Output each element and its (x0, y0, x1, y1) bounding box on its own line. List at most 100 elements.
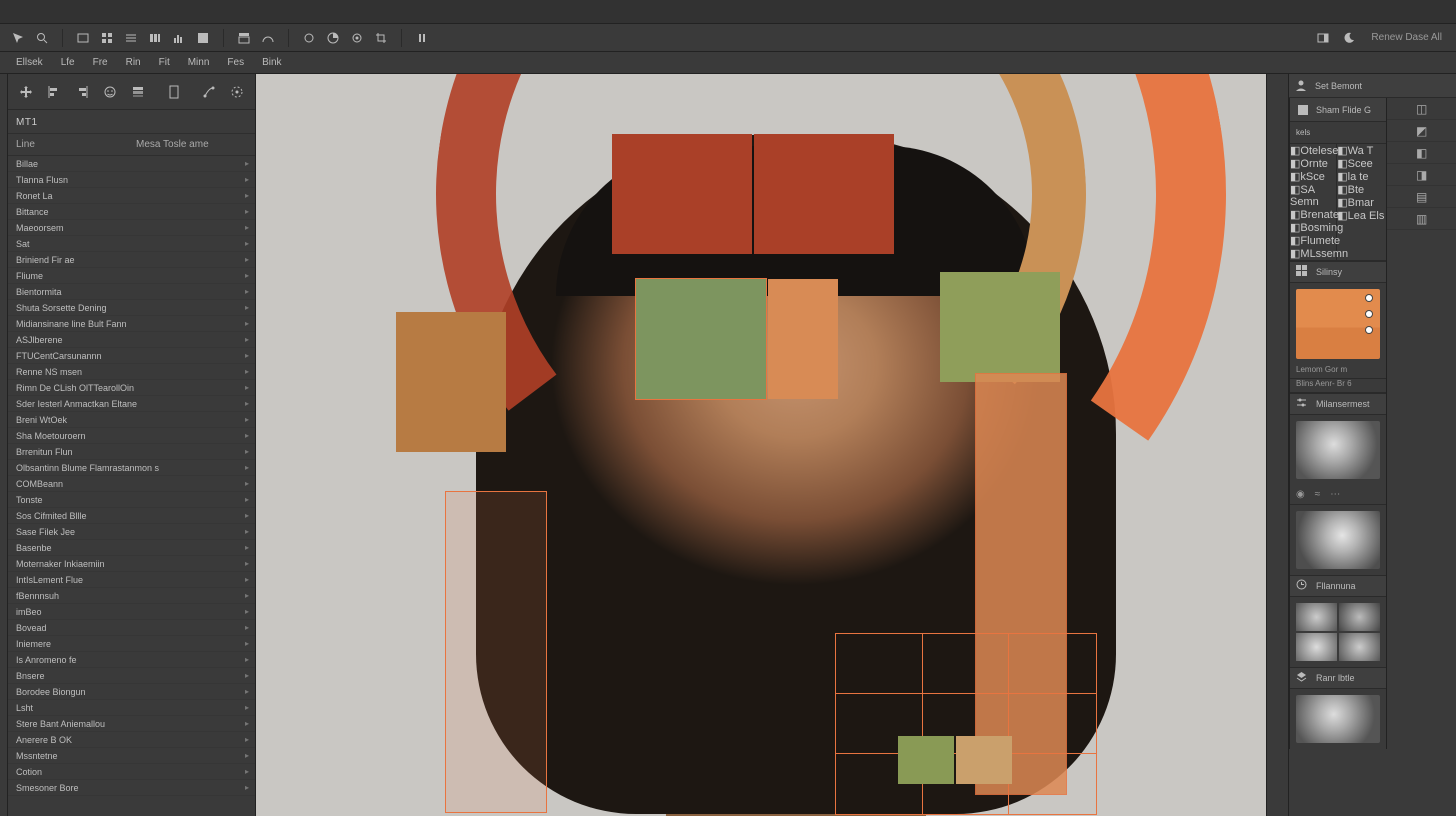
preset-list[interactable]: Billae▸Tlanna Flusn▸Ronet La▸Bittance▸Ma… (8, 156, 255, 816)
preset-item[interactable]: Shuta Sorsette Dening▸ (8, 300, 255, 316)
preset-item[interactable]: Is Anromeno fe▸ (8, 652, 255, 668)
preset-item[interactable]: Sha Moetouroern▸ (8, 428, 255, 444)
property-row[interactable]: ◧Bte (1337, 183, 1386, 196)
preset-item[interactable]: Mssntetne▸ (8, 748, 255, 764)
move-icon[interactable] (14, 80, 38, 104)
crop-icon[interactable] (371, 28, 391, 48)
menu-item[interactable]: Rin (118, 55, 149, 70)
toolbar-right-label[interactable]: Renew Dase All (1365, 32, 1448, 43)
preset-item[interactable]: Fliume▸ (8, 268, 255, 284)
overlay-rect[interactable] (754, 134, 894, 254)
swatch-icon[interactable] (193, 28, 213, 48)
property-row[interactable]: ◧Ornte (1290, 157, 1336, 170)
preset-item[interactable]: Moternaker Inkiaemiin▸ (8, 556, 255, 572)
overlay-rect[interactable] (768, 279, 838, 399)
menu-item[interactable]: Bink (254, 55, 289, 70)
right-top-header[interactable]: Set Bemont (1289, 74, 1456, 98)
thumbnail[interactable] (1296, 421, 1380, 479)
overlay-rect[interactable] (940, 272, 1060, 382)
preset-item[interactable]: Bittance▸ (8, 204, 255, 220)
panel-header-color[interactable]: Sham Flide G (1290, 98, 1386, 122)
preset-item[interactable]: Brrenitun Flun▸ (8, 444, 255, 460)
mini-tool[interactable]: ◨ (1387, 164, 1456, 186)
preset-item[interactable]: Tlanna Flusn▸ (8, 172, 255, 188)
preset-item[interactable]: Bovead▸ (8, 620, 255, 636)
overlay-rect[interactable] (612, 134, 752, 254)
thumbnail[interactable] (1296, 511, 1380, 569)
preset-item[interactable]: Basenbe▸ (8, 540, 255, 556)
more-icon[interactable]: ⋯ (1330, 489, 1340, 500)
preset-item[interactable]: Sder Iesterl Anmactkan Eltane▸ (8, 396, 255, 412)
preset-item[interactable]: Anerere B OK▸ (8, 732, 255, 748)
overlay-grid-br[interactable] (836, 634, 1096, 814)
property-row[interactable]: ◧Flumete (1290, 234, 1336, 247)
overlay-rect[interactable] (956, 736, 1012, 784)
rect-icon[interactable] (73, 28, 93, 48)
property-row[interactable]: ◧Scee (1337, 157, 1386, 170)
eye-icon[interactable]: ◉ (1296, 489, 1305, 500)
menu-item[interactable]: Ellsek (8, 55, 51, 70)
preset-item[interactable]: Maeoorsem▸ (8, 220, 255, 236)
preset-item[interactable]: Breni WtOek▸ (8, 412, 255, 428)
smile-icon[interactable] (98, 80, 122, 104)
menu-item[interactable]: Minn (180, 55, 218, 70)
property-row[interactable]: ◧Bmar (1337, 196, 1386, 209)
preset-item[interactable]: fBennnsuh▸ (8, 588, 255, 604)
preset-item[interactable]: Renne NS msen▸ (8, 364, 255, 380)
preset-item[interactable]: Sase Filek Jee▸ (8, 524, 255, 540)
moon-icon[interactable] (1339, 28, 1359, 48)
preset-item[interactable]: FTUCentCarsunannn▸ (8, 348, 255, 364)
preset-item[interactable]: ASJlberene▸ (8, 332, 255, 348)
menu-item[interactable]: Fit (151, 55, 178, 70)
preset-item[interactable]: Olbsantinn Blume Flamrastanmon s▸ (8, 460, 255, 476)
canvas[interactable] (256, 74, 1266, 816)
cursor-icon[interactable] (8, 28, 28, 48)
stack-icon[interactable] (126, 80, 150, 104)
canvas-area[interactable] (256, 74, 1266, 816)
preset-item[interactable]: Ronet La▸ (8, 188, 255, 204)
list-icon[interactable] (121, 28, 141, 48)
orbit-icon[interactable] (225, 80, 249, 104)
preset-item[interactable]: COMBeann▸ (8, 476, 255, 492)
preset-item[interactable]: Briniend Fir ae▸ (8, 252, 255, 268)
panel-section-history[interactable]: Fllannuna (1290, 575, 1386, 597)
preset-item[interactable]: Rimn De CLish OlTTearollOin▸ (8, 380, 255, 396)
preset-item[interactable]: Iniemere▸ (8, 636, 255, 652)
preset-item[interactable]: Tonste▸ (8, 492, 255, 508)
history-grid[interactable] (1296, 603, 1380, 661)
pause-icon[interactable] (412, 28, 432, 48)
property-row[interactable]: ◧kSce (1290, 170, 1336, 183)
menu-item[interactable]: Fes (219, 55, 252, 70)
hist-icon[interactable] (169, 28, 189, 48)
mini-tool[interactable]: ▥ (1387, 208, 1456, 230)
property-row[interactable]: ◧Lea Els (1337, 209, 1386, 222)
panel-section-layers[interactable]: Ranr lbtle (1290, 667, 1386, 689)
mini-tool[interactable]: ◩ (1387, 120, 1456, 142)
target-icon[interactable] (347, 28, 367, 48)
mini-tool[interactable]: ◧ (1387, 142, 1456, 164)
paths-icon[interactable] (197, 80, 221, 104)
overlay-rect[interactable] (636, 279, 766, 399)
align-right-icon[interactable] (70, 80, 94, 104)
property-row[interactable]: ◧Wa T (1337, 144, 1386, 157)
menu-item[interactable]: Lfe (53, 55, 83, 70)
panel-section-adjust[interactable]: Milansermest (1290, 393, 1386, 415)
columns-icon[interactable] (145, 28, 165, 48)
preset-item[interactable]: Midiansinane line Bult Fann▸ (8, 316, 255, 332)
preset-item[interactable]: IntIsLement Flue▸ (8, 572, 255, 588)
property-row[interactable]: ◧Brenate (1290, 208, 1336, 221)
preset-item[interactable]: Stere Bant Aniemallou▸ (8, 716, 255, 732)
mini-tool[interactable]: ◫ (1387, 98, 1456, 120)
preset-item[interactable]: Bientormita▸ (8, 284, 255, 300)
preset-item[interactable]: Lsht▸ (8, 700, 255, 716)
menu-item[interactable]: Fre (85, 55, 116, 70)
gauge-icon[interactable] (258, 28, 278, 48)
panel-icon[interactable] (1313, 28, 1333, 48)
preset-item[interactable]: Cotion▸ (8, 764, 255, 780)
overlay-grid-left[interactable] (446, 492, 546, 812)
property-row[interactable]: ◧MLssemn (1290, 247, 1336, 260)
panel-section-swatch[interactable]: Silinsy (1290, 261, 1386, 283)
mini-tool[interactable]: ▤ (1387, 186, 1456, 208)
link-icon[interactable]: ≈ (1315, 489, 1321, 500)
property-row[interactable]: ◧la te (1337, 170, 1386, 183)
